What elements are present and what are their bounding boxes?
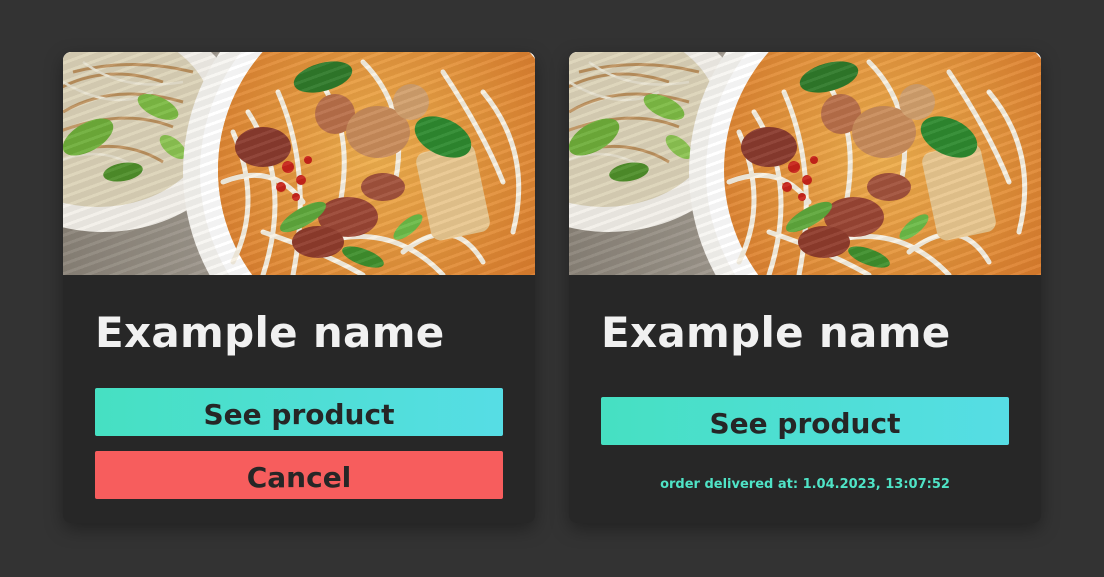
noodle-soup-photo	[569, 52, 1041, 275]
see-product-button[interactable]: See product	[601, 397, 1009, 445]
noodle-soup-photo	[63, 52, 535, 275]
product-card: Example name See product order delivered…	[569, 52, 1041, 523]
product-name: Example name	[95, 308, 445, 357]
product-name: Example name	[601, 308, 951, 357]
product-image	[63, 52, 535, 275]
cancel-button[interactable]: Cancel	[95, 451, 503, 499]
delivery-status-text: order delivered at: 1.04.2023, 13:07:52	[660, 477, 950, 492]
product-card: Example name See product Cancel	[63, 52, 535, 523]
see-product-button[interactable]: See product	[95, 388, 503, 436]
product-image	[569, 52, 1041, 275]
